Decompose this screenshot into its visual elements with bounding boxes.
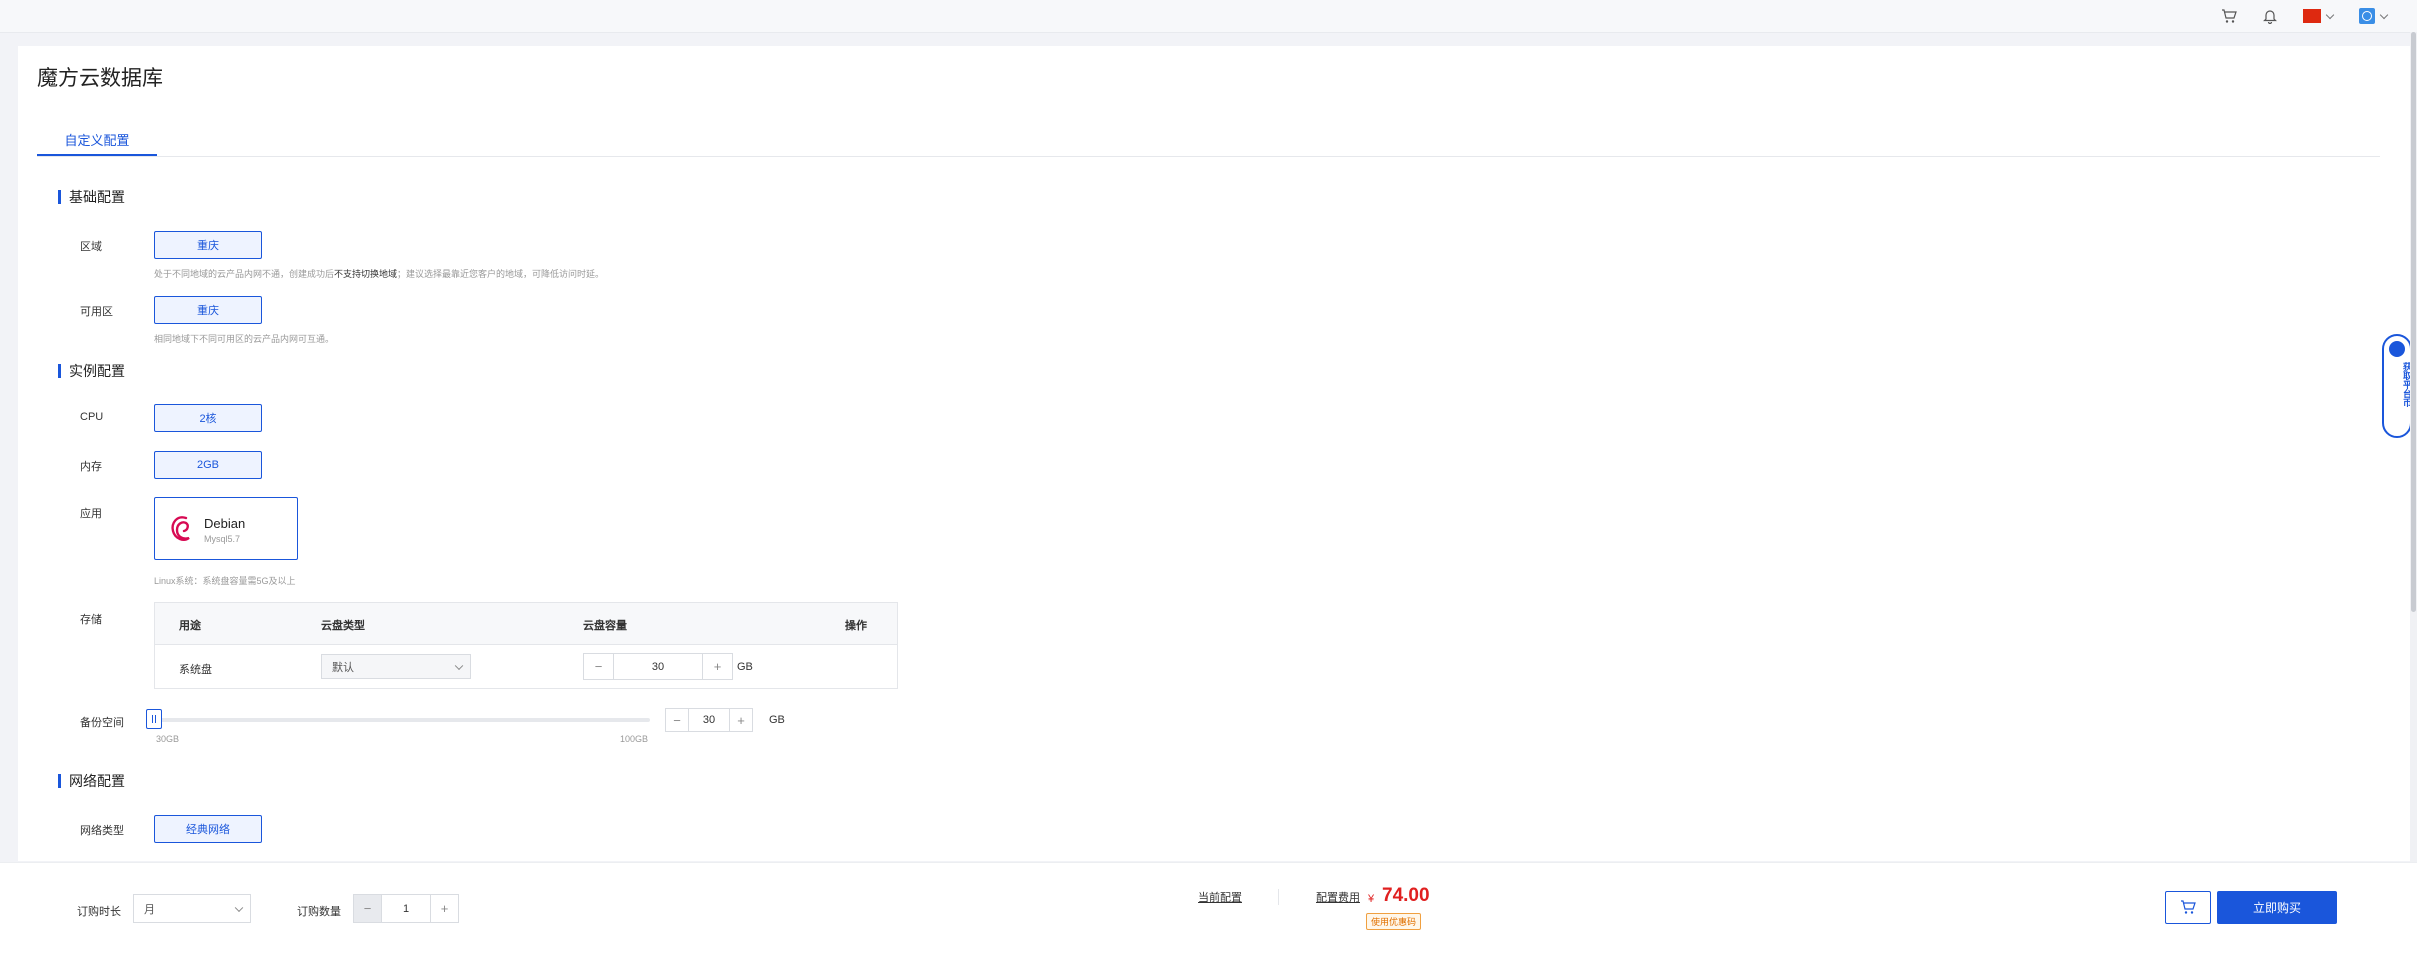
col-disk-capacity: 云盘容量 (583, 620, 627, 632)
app-version: Mysql5.7 (204, 534, 241, 544)
memory-option[interactable]: 2GB (154, 451, 262, 479)
region-option[interactable]: 重庆 (154, 231, 262, 259)
buy-now-button[interactable]: 立即购买 (2217, 891, 2337, 924)
duration-label: 订购时长 (77, 906, 121, 918)
quantity-label: 订购数量 (297, 906, 341, 918)
memory-label: 内存 (80, 461, 102, 473)
section-network-config: 网络配置 (58, 774, 125, 788)
col-usage: 用途 (179, 620, 201, 632)
region-hint-bold: 不支持切换地域 (334, 269, 398, 279)
section-instance-config: 实例配置 (58, 364, 125, 378)
storage-row-usage: 系统盘 (179, 664, 212, 676)
storage-table: 用途 云盘类型 云盘容量 操作 系统盘 默认 − 30 + GB (154, 602, 898, 689)
quantity-stepper: − 1 + (353, 894, 459, 923)
quantity-input[interactable]: 1 (382, 894, 430, 923)
main-panel (18, 46, 2416, 861)
backup-input[interactable]: 30 (689, 708, 729, 732)
region-hint: 处于不同地域的云产品内网不通，创建成功后不支持切换地域；建议选择最靠近您客户的地… (154, 267, 604, 280)
tab-bar: 自定义配置 (37, 130, 2380, 157)
current-config-link[interactable]: 当前配置 (1198, 889, 1242, 905)
page-title: 魔方云数据库 (37, 67, 163, 90)
quantity-increase[interactable]: + (430, 894, 459, 923)
disk-type-select[interactable]: 默认 (321, 654, 471, 679)
zone-hint: 相同地域下不同可用区的云产品内网可互通。 (154, 334, 335, 344)
footer-divider (1278, 889, 1279, 905)
currency-symbol: ¥ (1368, 893, 1375, 905)
region-label: 区域 (80, 241, 102, 253)
chevron-down-icon (2379, 10, 2389, 19)
debian-logo-icon (171, 516, 190, 541)
disk-capacity-decrease[interactable]: − (583, 653, 614, 680)
backup-increase[interactable]: + (729, 708, 753, 732)
backup-max-label: 100GB (620, 734, 649, 744)
app-hint: Linux系统：系统盘容量需5G及以上 (154, 576, 296, 586)
backup-unit: GB (769, 714, 785, 726)
disk-capacity-stepper: − 30 + (583, 653, 733, 680)
disk-capacity-input[interactable]: 30 (614, 653, 702, 680)
order-bar: 订购时长 月 订购数量 − 1 + 当前配置 配置费用 ¥ 74.00 使用优惠… (0, 862, 2417, 954)
disk-capacity-unit: GB (737, 661, 753, 673)
disk-type-value: 默认 (332, 661, 354, 674)
scrollbar-thumb[interactable] (2411, 32, 2416, 612)
avatar-icon (2362, 11, 2372, 21)
total-price: 74.00 (1382, 885, 1430, 906)
chevron-down-icon (2325, 10, 2335, 19)
get-platform-coin-tab[interactable]: 获取平台币 (2382, 334, 2412, 438)
cart-icon[interactable] (2218, 5, 2240, 27)
network-type-option[interactable]: 经典网络 (154, 815, 262, 843)
language-selector[interactable] (2300, 5, 2336, 27)
storage-label: 存储 (80, 614, 102, 626)
coupon-button[interactable]: 使用优惠码 (1366, 913, 1422, 930)
backup-decrease[interactable]: − (665, 708, 689, 732)
bell-icon[interactable] (2259, 5, 2281, 27)
duration-select[interactable]: 月 (133, 894, 251, 923)
add-to-cart-button[interactable] (2165, 891, 2211, 924)
tab-custom-config[interactable]: 自定义配置 (37, 130, 157, 156)
col-actions: 操作 (845, 620, 867, 632)
duration-value: 月 (144, 903, 155, 916)
app-label: 应用 (80, 508, 102, 520)
storage-table-header: 用途 云盘类型 云盘容量 操作 (155, 603, 897, 645)
gift-icon (2389, 341, 2405, 357)
cpu-label: CPU (80, 411, 104, 423)
section-basic-config: 基础配置 (58, 190, 125, 204)
backup-label: 备份空间 (80, 717, 124, 729)
backup-stepper: − 30 + (665, 708, 753, 732)
cpu-option[interactable]: 2核 (154, 404, 262, 432)
chevron-down-icon (454, 661, 464, 670)
app-card-debian[interactable]: Debian Mysql5.7 (154, 497, 298, 560)
col-disk-type: 云盘类型 (321, 620, 365, 632)
backup-slider-handle[interactable] (146, 709, 162, 729)
zone-option[interactable]: 重庆 (154, 296, 262, 324)
cart-icon (2181, 900, 2196, 914)
region-hint-post: ；建议选择最靠近您客户的地域，可降低访问时延。 (397, 269, 605, 279)
page-scrollbar[interactable] (2410, 32, 2417, 862)
quantity-decrease[interactable]: − (353, 894, 382, 923)
top-bar (0, 0, 2417, 33)
user-menu[interactable] (2355, 5, 2391, 27)
backup-slider-track[interactable] (154, 718, 650, 722)
avatar (2359, 8, 2375, 24)
chevron-down-icon (234, 903, 244, 912)
disk-capacity-increase[interactable]: + (702, 653, 733, 680)
zone-label: 可用区 (80, 306, 113, 318)
region-hint-pre: 处于不同地域的云产品内网不通，创建成功后 (154, 269, 335, 279)
china-flag-icon (2303, 9, 2321, 23)
backup-min-label: 30GB (156, 734, 180, 744)
network-type-label: 网络类型 (80, 825, 124, 837)
app-name: Debian (204, 516, 246, 531)
config-fee-link[interactable]: 配置费用 (1316, 889, 1360, 905)
